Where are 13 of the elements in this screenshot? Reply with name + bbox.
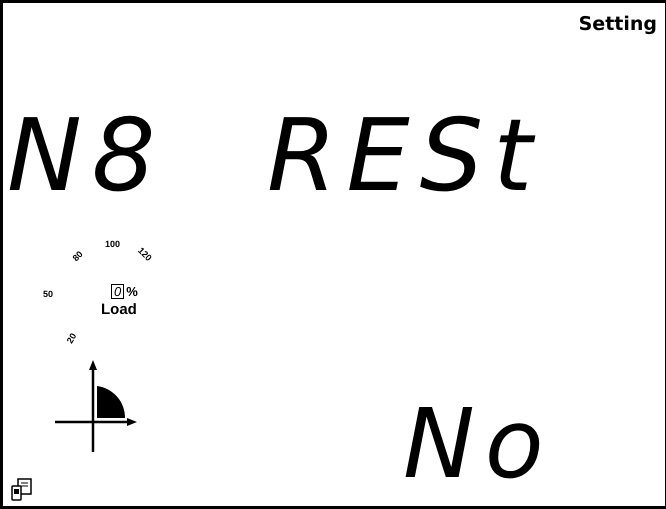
parameter-value: No (403, 396, 554, 492)
display-code: N8 (7, 106, 166, 206)
gauge-scale-label: 20 (66, 332, 78, 346)
load-reading: 0 (111, 284, 124, 299)
load-unit: % (126, 285, 138, 298)
gauge-scale-label: 50 (43, 290, 54, 299)
gauge-scale-label: 80 (71, 250, 85, 264)
parameter-name: RESt (267, 106, 542, 206)
mode-title: Setting (578, 15, 657, 37)
gauge-scale-label: 120 (136, 246, 153, 263)
gauge-scale-label: 100 (105, 240, 120, 249)
load-label: Load (101, 302, 137, 317)
device-icon (11, 478, 33, 502)
